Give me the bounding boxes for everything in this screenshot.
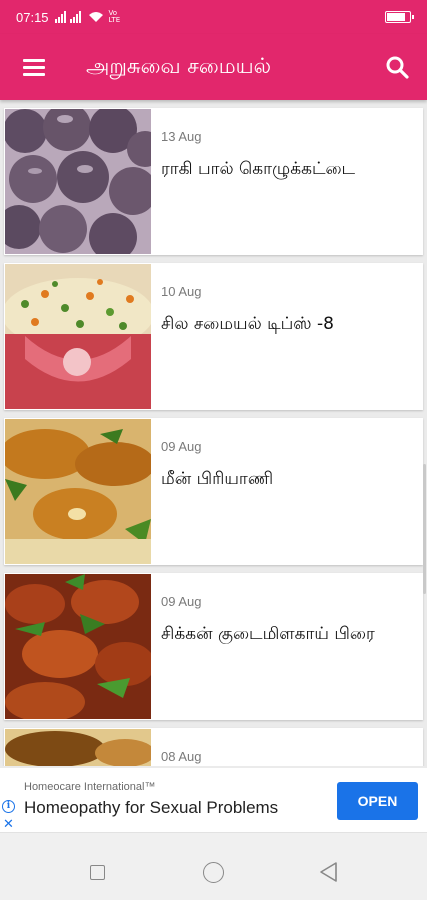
list-scrollbar[interactable] — [423, 464, 426, 594]
article-title: ராகி பால் கொழுக்கட்டை — [161, 159, 356, 179]
battery-level — [387, 13, 405, 21]
article-title: சில சமையல் டிப்ஸ் -8 — [161, 314, 334, 334]
article-card[interactable]: 08 Aug — [4, 728, 423, 766]
volte-label: Vo LTE — [108, 9, 121, 24]
status-bar: 07:15 Vo LTE — [0, 0, 427, 34]
search-icon — [386, 56, 409, 79]
article-date: 10 Aug — [161, 284, 202, 299]
app-bar: அறுசுவை சமையல் — [0, 34, 427, 100]
article-date: 08 Aug — [161, 749, 202, 764]
ad-info-icon[interactable]: i — [2, 800, 15, 813]
system-nav-bar — [0, 832, 427, 900]
article-title: மீன் பிரியாணி — [161, 469, 274, 489]
article-card[interactable]: 10 Aug சில சமையல் டிப்ஸ் -8 — [4, 263, 423, 410]
menu-button[interactable] — [0, 34, 68, 100]
ad-open-button[interactable]: OPEN — [337, 782, 418, 820]
article-list[interactable]: 13 Aug ராகி பால் கொழுக்கட்டை 10 Aug சில … — [0, 100, 427, 766]
article-date: 09 Aug — [161, 594, 202, 609]
search-button[interactable] — [367, 34, 427, 100]
home-circle-icon[interactable] — [203, 862, 224, 883]
ad-headline[interactable]: Homeopathy for Sexual Problems — [24, 798, 278, 818]
ad-close-icon[interactable]: ✕ — [3, 816, 14, 832]
status-time: 07:15 — [16, 9, 49, 25]
hamburger-menu-icon — [23, 59, 45, 76]
recents-square-icon[interactable] — [90, 865, 105, 880]
signal-indicators: Vo LTE — [54, 9, 125, 24]
vegetable-rice-thumbnail — [5, 264, 151, 409]
article-date: 13 Aug — [161, 129, 202, 144]
back-triangle-icon[interactable] — [318, 861, 338, 883]
article-card[interactable]: 09 Aug சிக்கன் குடைமிளகாய் பிரை — [4, 573, 423, 720]
food-thumbnail — [5, 729, 151, 766]
chicken-capsicum-fry-thumbnail — [5, 574, 151, 719]
article-card[interactable]: 09 Aug மீன் பிரியாணி — [4, 418, 423, 565]
article-date: 09 Aug — [161, 439, 202, 454]
signal-icon — [54, 11, 81, 23]
article-card[interactable]: 13 Aug ராகி பால் கொழுக்கட்டை — [4, 108, 423, 255]
article-title: சிக்கன் குடைமிளகாய் பிரை — [161, 624, 375, 644]
wifi-icon — [88, 12, 103, 22]
ragi-dumplings-thumbnail — [5, 109, 151, 254]
ad-sponsor: Homeocare International™ — [24, 781, 156, 793]
battery-icon — [385, 11, 414, 23]
fish-biryani-thumbnail — [5, 419, 151, 564]
app-title: அறுசுவை சமையல் — [86, 53, 272, 78]
